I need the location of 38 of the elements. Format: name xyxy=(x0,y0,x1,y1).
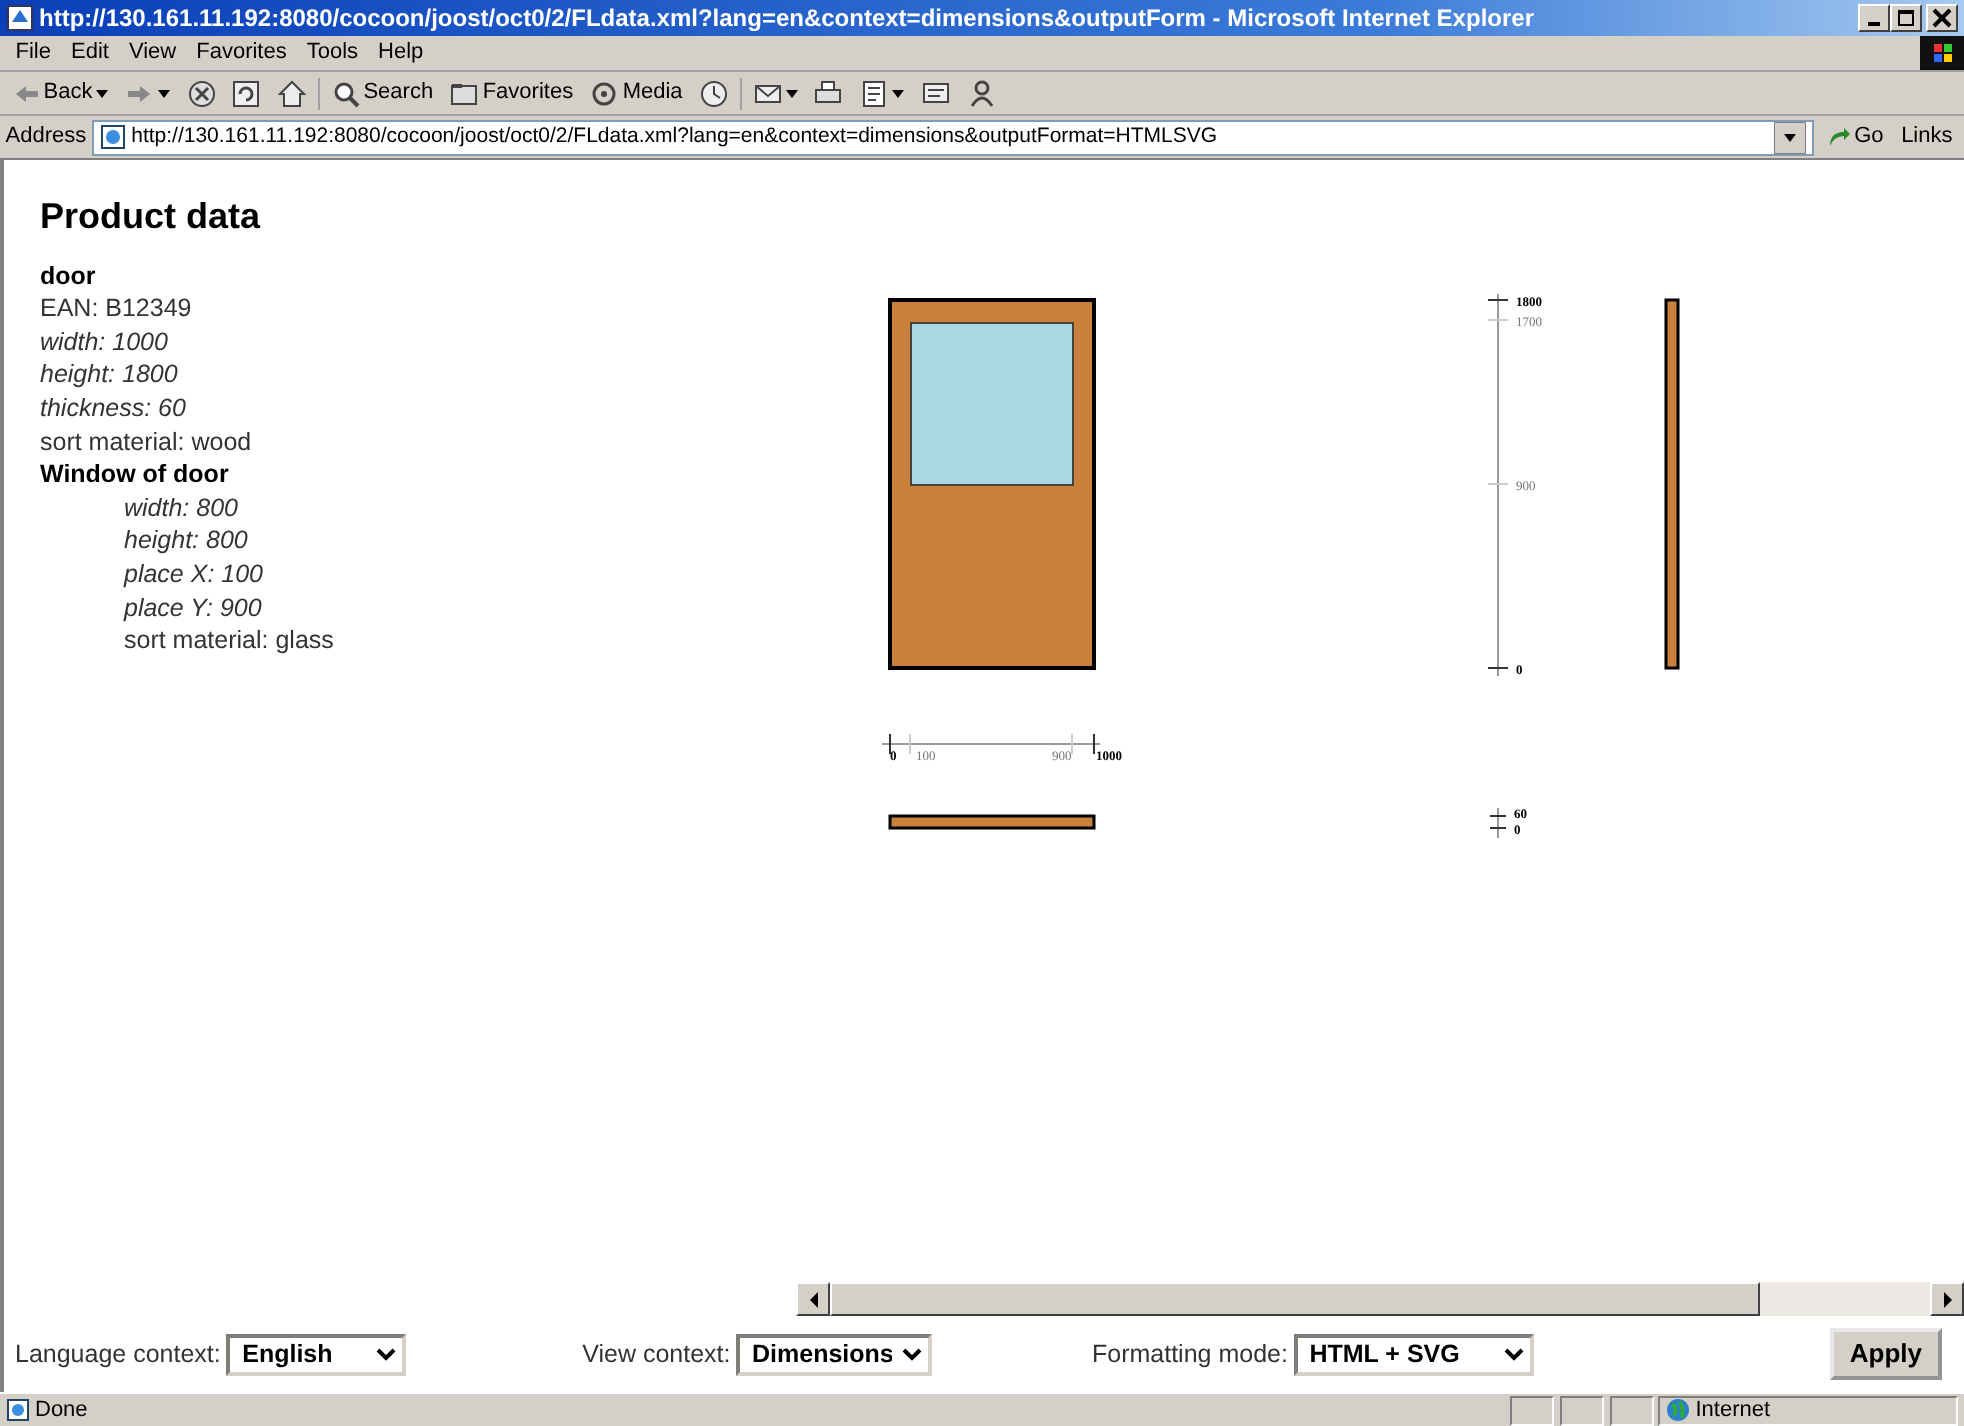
field-label: Formatting mode: xyxy=(1092,1337,1288,1372)
dropdown-field[interactable]: English xyxy=(226,1333,407,1375)
menu-item[interactable]: Tools xyxy=(296,36,369,70)
property-text: sort material: wood xyxy=(40,425,254,459)
page-heading: Product data xyxy=(38,194,263,240)
media-toolbar-button[interactable]: Media xyxy=(584,76,689,110)
property-text: place Y: 900 xyxy=(121,591,264,625)
property-text: sort material: glass xyxy=(122,624,336,658)
property-text: height: 1800 xyxy=(40,358,180,392)
property-text: place X: 100 xyxy=(121,557,265,592)
back-toolbar-button[interactable]: Back xyxy=(5,76,115,110)
apply-button[interactable]: Apply xyxy=(1829,1328,1942,1380)
property-text: thickness: 60 xyxy=(40,391,188,426)
product-name: door xyxy=(40,259,98,293)
status-text: Done xyxy=(35,1395,90,1426)
menu-item[interactable]: View xyxy=(118,36,187,70)
field-label: Language context: xyxy=(15,1337,221,1372)
go-button[interactable]: Go xyxy=(1820,120,1890,154)
window-title: http://130.161.11.192:8080/cocoon/joost/oct0/2/FLdata.xml?lang=en&context=dimensions&outputForm - Microsoft Internet Explorer xyxy=(39,2,1536,36)
menu-item[interactable]: Favorites xyxy=(186,36,297,70)
dropdown-field[interactable]: HTML + SVG xyxy=(1293,1333,1534,1375)
favorites-toolbar-button[interactable]: Favorites xyxy=(444,76,580,110)
search-toolbar-button[interactable]: Search xyxy=(325,76,440,110)
address-label: Address xyxy=(5,122,87,153)
dropdown-field[interactable]: Dimensions xyxy=(736,1333,932,1375)
menu-item[interactable]: File xyxy=(5,36,61,70)
menu-item[interactable]: Help xyxy=(368,36,434,70)
property-text: height: 800 xyxy=(122,524,250,558)
links-button[interactable]: Links xyxy=(1895,120,1959,154)
address-text: http://130.161.11.192:8080/cocoon/joost/oct0/2/FLdata.xml?lang=en&context=dimensions&outputFormat=HTMLSVG xyxy=(131,121,1218,152)
property-text: EAN: B12349 xyxy=(40,292,194,326)
menu-item[interactable]: Edit xyxy=(60,36,119,70)
property-text: width: 1000 xyxy=(40,325,170,359)
zone-text: Internet xyxy=(1695,1395,1771,1426)
product-name: Window of door xyxy=(40,458,231,492)
property-text: width: 800 xyxy=(122,491,240,525)
field-label: View context: xyxy=(582,1337,731,1372)
address-field[interactable]: http://130.161.11.192:8080/cocoon/joost/oct0/2/FLdata.xml?lang=en&context=dimensions&outputFormat=HTMLSVG xyxy=(91,119,1815,155)
